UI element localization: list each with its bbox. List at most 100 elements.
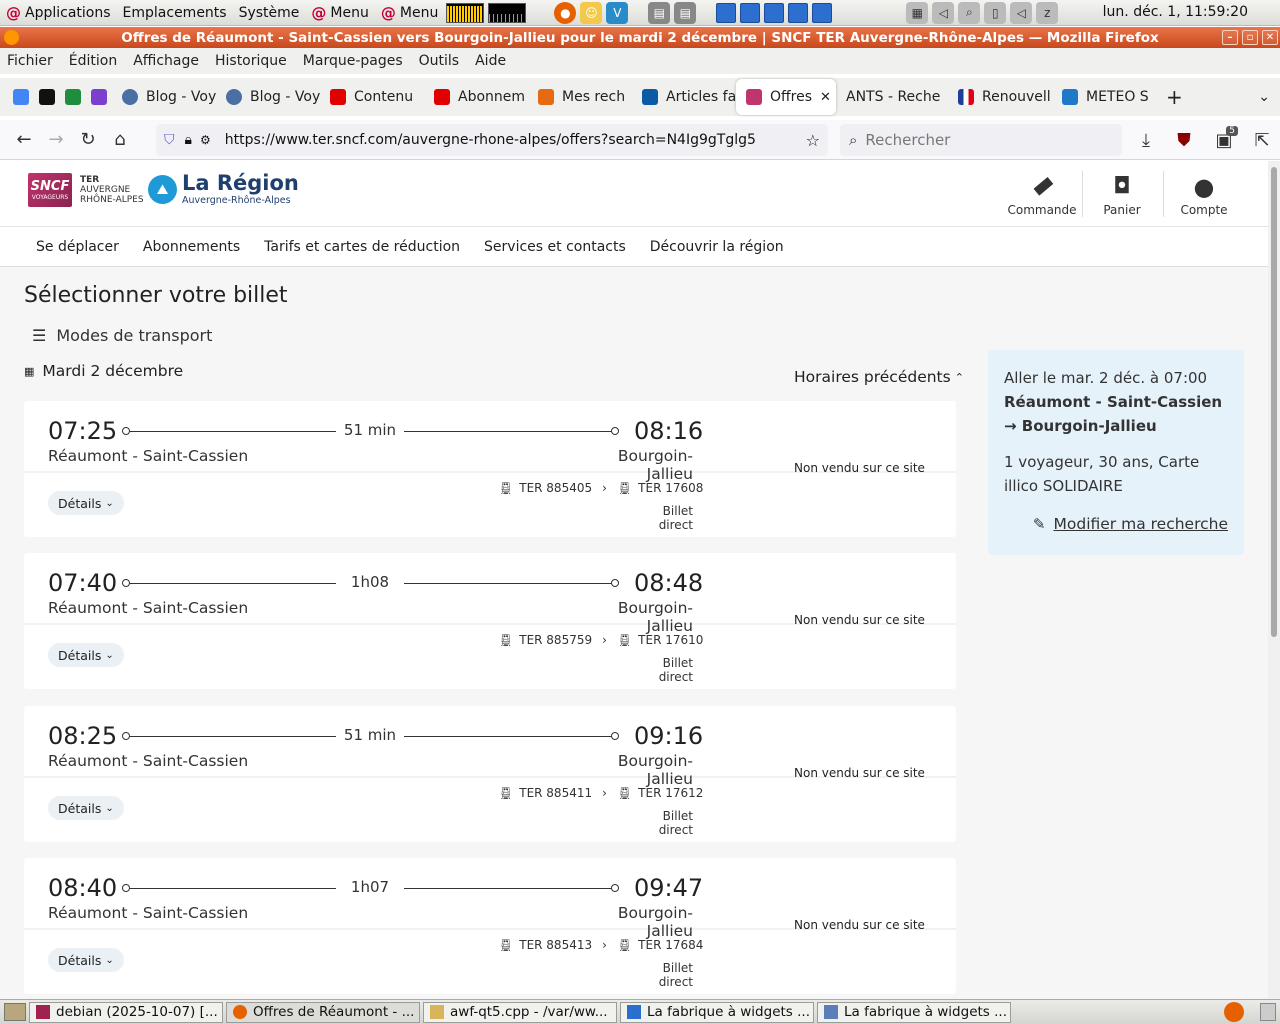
url-bar[interactable]: ⛉ 🔒︎ ⚙ https://www.ter.sncf.com/auvergne… [156, 124, 828, 156]
tab-abonnements[interactable]: Abonnem [424, 79, 528, 115]
compte-button[interactable]: ● Compte [1164, 167, 1244, 223]
modes-transport-button[interactable]: ☰ Modes de transport [32, 326, 212, 345]
clock[interactable]: lun. déc. 1, 11:59:20 [1103, 4, 1248, 20]
trash-icon[interactable] [1260, 1003, 1276, 1021]
extensions-badge: 5 [1226, 126, 1238, 136]
details-button[interactable]: Détails ⌄ [48, 948, 124, 972]
volume-icon[interactable]: ◁ [932, 1, 955, 24]
extensions-button[interactable]: ▣ 5 [1208, 124, 1240, 156]
destination-station: Bourgoin-Jallieu [617, 599, 693, 635]
journey-card[interactable]: 07:25 51 min 08:16 Réaumont - Saint-Cassien… [24, 401, 956, 537]
display-icon[interactable]: ▦ [906, 1, 929, 24]
menu-affichage[interactable]: Affichage [133, 53, 199, 69]
workspace-2[interactable] [740, 2, 761, 23]
nav-abonnements[interactable]: Abonnements [143, 239, 240, 255]
tab-meteo[interactable]: METEO S [1052, 79, 1156, 115]
tab-blog-2[interactable]: Blog - Voy [216, 79, 320, 115]
window-titlebar[interactable]: Offres de Réaumont - Saint-Cassien vers … [0, 27, 1280, 48]
duration: 51 min [336, 421, 404, 439]
pinned-tab-hive[interactable] [86, 79, 112, 115]
ublock-button[interactable]: ⛊ [1168, 124, 1200, 156]
menu-fichier[interactable]: Fichier [7, 53, 53, 69]
workspace-5[interactable] [812, 2, 833, 23]
menu-1[interactable]: @ Menu [305, 0, 374, 26]
places-menu[interactable]: Emplacements [117, 0, 233, 26]
previous-times-button[interactable]: Horaires précédents ⌃ [794, 368, 964, 386]
bookmark-star-icon[interactable]: ☆ [806, 131, 820, 150]
lock-icon[interactable]: 🔒︎ [185, 132, 192, 148]
scanner-launcher-icon[interactable]: ▤ [674, 1, 697, 24]
menu-marque-pages[interactable]: Marque-pages [303, 53, 403, 69]
search-tray-icon[interactable]: ⌕ [958, 1, 981, 24]
task-debian[interactable]: debian (2025-10-07) [... [29, 1001, 223, 1023]
tab-offres-active[interactable]: Offres ✕ [736, 79, 836, 115]
back-button[interactable]: ← [8, 124, 40, 156]
workspace-3[interactable] [764, 2, 785, 23]
app-icon [39, 89, 55, 105]
nav-tarifs[interactable]: Tarifs et cartes de réduction [264, 239, 460, 255]
list-tabs-button[interactable]: ⌄ [1248, 79, 1280, 115]
print-launcher-icon[interactable]: ▤ [648, 1, 671, 24]
firefox-launcher-icon[interactable]: ● [554, 1, 577, 24]
workspace-1[interactable] [716, 2, 737, 23]
minimize-button[interactable]: – [1222, 30, 1238, 45]
editor-launcher-icon[interactable]: V [606, 1, 629, 24]
applications-menu[interactable]: @ Applications [0, 0, 117, 26]
task-fabrique-1[interactable]: La fabrique à widgets ... [620, 1001, 814, 1023]
menu-2[interactable]: @ Menu [375, 0, 444, 26]
share-button[interactable]: ⇱ [1246, 124, 1278, 156]
show-desktop-icon[interactable] [4, 1003, 26, 1021]
search-bar[interactable]: ⌕ Rechercher [840, 124, 1122, 156]
modify-search-link[interactable]: ✎ Modifier ma recherche [1004, 512, 1228, 536]
commande-button[interactable]: ▬ Commande [1002, 167, 1082, 223]
tab-ants[interactable]: ANTS - Reche [836, 79, 948, 115]
tray-firefox-icon[interactable] [1224, 1002, 1244, 1022]
tab-blog-1[interactable]: Blog - Voy [112, 79, 216, 115]
new-tab-button[interactable]: + [1156, 79, 1193, 115]
reload-button[interactable]: ↻ [72, 124, 104, 156]
system-menu[interactable]: Système [233, 0, 306, 26]
home-icon: ⌂ [114, 129, 126, 150]
tab-articles[interactable]: Articles fa [632, 79, 736, 115]
permissions-icon[interactable]: ⚙ [200, 133, 211, 147]
close-window-button[interactable]: ✕ [1262, 30, 1278, 45]
journey-card[interactable]: 07:40 1h08 08:48 Réaumont - Saint-Cassien Bo… [24, 553, 956, 689]
battery-icon[interactable]: ▯ [984, 1, 1007, 24]
pinned-tab-calendar[interactable] [8, 79, 34, 115]
home-button[interactable]: ⌂ [104, 124, 136, 156]
downloads-button[interactable]: ⤓ [1130, 124, 1162, 156]
sleep-icon[interactable]: z [1036, 1, 1059, 24]
tab-renouvellement[interactable]: Renouvell [948, 79, 1052, 115]
menu-edition[interactable]: Édition [69, 53, 117, 69]
details-button[interactable]: Détails ⌄ [48, 643, 124, 667]
gimp-launcher-icon[interactable]: ☺ [580, 1, 603, 24]
nav-se-deplacer[interactable]: Se déplacer [36, 239, 119, 255]
task-editor[interactable]: awf-qt5.cpp - /var/ww... [423, 1001, 617, 1023]
menu-historique[interactable]: Historique [215, 53, 287, 69]
nav-services[interactable]: Services et contacts [484, 239, 626, 255]
task-firefox[interactable]: Offres de Réaumont - ... [226, 1001, 420, 1023]
tracking-shield-icon[interactable]: ⛉ [164, 132, 175, 148]
volume-2-icon[interactable]: ◁ [1010, 1, 1033, 24]
forward-button[interactable]: → [40, 124, 72, 156]
pinned-tab-sheets[interactable] [60, 79, 86, 115]
journey-card[interactable]: 08:25 51 min 09:16 Réaumont - Saint-Cassien… [24, 706, 956, 842]
menu-outils[interactable]: Outils [419, 53, 459, 69]
panier-button[interactable]: ◘ Panier [1082, 167, 1162, 223]
sncf-logo[interactable]: SNCF VOYAGEURS [28, 173, 72, 207]
sncf-icon [746, 89, 762, 105]
tab-contenu[interactable]: Contenu [320, 79, 424, 115]
nav-decouvrir[interactable]: Découvrir la région [650, 239, 784, 255]
details-button[interactable]: Détails ⌄ [48, 491, 124, 515]
journey-card[interactable]: 08:40 1h07 09:47 Réaumont - Saint-Cassien Bo… [24, 858, 956, 994]
scrollbar-thumb[interactable] [1271, 167, 1277, 637]
workspace-4[interactable] [788, 2, 809, 23]
tab-mes-recherches[interactable]: Mes rech [528, 79, 632, 115]
url-text[interactable]: https://www.ter.sncf.com/auvergne-rhone-… [225, 132, 755, 148]
menu-aide[interactable]: Aide [475, 53, 506, 69]
maximize-button[interactable]: ▫ [1242, 30, 1258, 45]
task-fabrique-2[interactable]: La fabrique à widgets ... [817, 1001, 1011, 1023]
pinned-tab-pocket[interactable] [34, 79, 60, 115]
details-button[interactable]: Détails ⌄ [48, 796, 124, 820]
close-tab-icon[interactable]: ✕ [820, 90, 831, 105]
